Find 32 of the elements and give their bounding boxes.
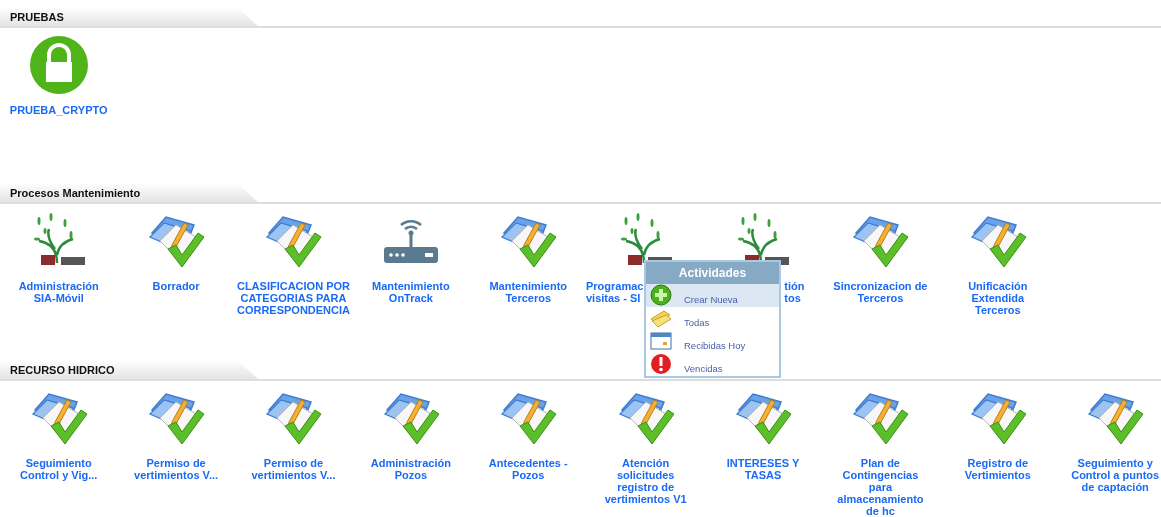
app-link[interactable]: Antecedentes - Pozos — [478, 457, 579, 481]
popup-menu-item[interactable]: Vencidas — [646, 353, 779, 376]
app-link[interactable]: Administración Pozos — [360, 457, 461, 481]
calendar-icon — [650, 330, 672, 352]
popup-menu-item[interactable]: Crear Nueva — [646, 284, 779, 307]
app-link[interactable]: Plan de Contingencias para almacenamiento de hc — [830, 457, 931, 517]
app-link[interactable]: Seguimiento y Control a puntos de captación — [1065, 457, 1161, 493]
app-link[interactable]: INTERESES Y TASAS — [713, 457, 814, 481]
app-link[interactable]: Borrador — [152, 280, 200, 292]
plus-icon — [650, 284, 672, 306]
app-link[interactable]: Registro de Vertimientos — [947, 457, 1048, 481]
app-link[interactable]: tión tos — [784, 280, 805, 304]
section-title: PRUEBAS — [10, 11, 64, 23]
app-link[interactable]: CLASIFICACION POR CATEGORIAS PARA CORRESPONDENCIA — [236, 280, 350, 316]
app-link[interactable]: Mantenimiento Terceros — [478, 280, 579, 304]
app-link[interactable]: Programac visitas - SI — [585, 280, 644, 304]
app-link[interactable]: Administración SIA-Móvil — [8, 280, 109, 304]
popup-title: Actividades — [646, 262, 779, 284]
app-link[interactable]: PRUEBA_CRYPTO — [9, 104, 108, 116]
app-link[interactable]: Mantenimiento OnTrack — [360, 280, 461, 304]
app-link[interactable]: Permiso de vertimientos V... — [243, 457, 344, 481]
popup-menu-item[interactable]: Todas — [646, 307, 779, 330]
app-link[interactable]: Unificación Extendida Terceros — [947, 280, 1048, 316]
app-link[interactable]: Permiso de vertimientos V... — [126, 457, 227, 481]
popup-menu-item[interactable]: Recibidas Hoy — [646, 330, 779, 353]
app-link[interactable]: Sincronizacion de Terceros — [830, 280, 931, 304]
app-link[interactable]: Seguimiento Control y Vig... — [8, 457, 109, 481]
section-title: Procesos Mantenimiento — [10, 187, 141, 199]
app-link[interactable]: Atención solicitudes registro de vertimientos V1 — [595, 457, 696, 505]
alert-icon — [650, 353, 672, 375]
section-title: RECURSO HIDRICO — [10, 364, 115, 376]
padlock-icon[interactable] — [28, 35, 89, 95]
